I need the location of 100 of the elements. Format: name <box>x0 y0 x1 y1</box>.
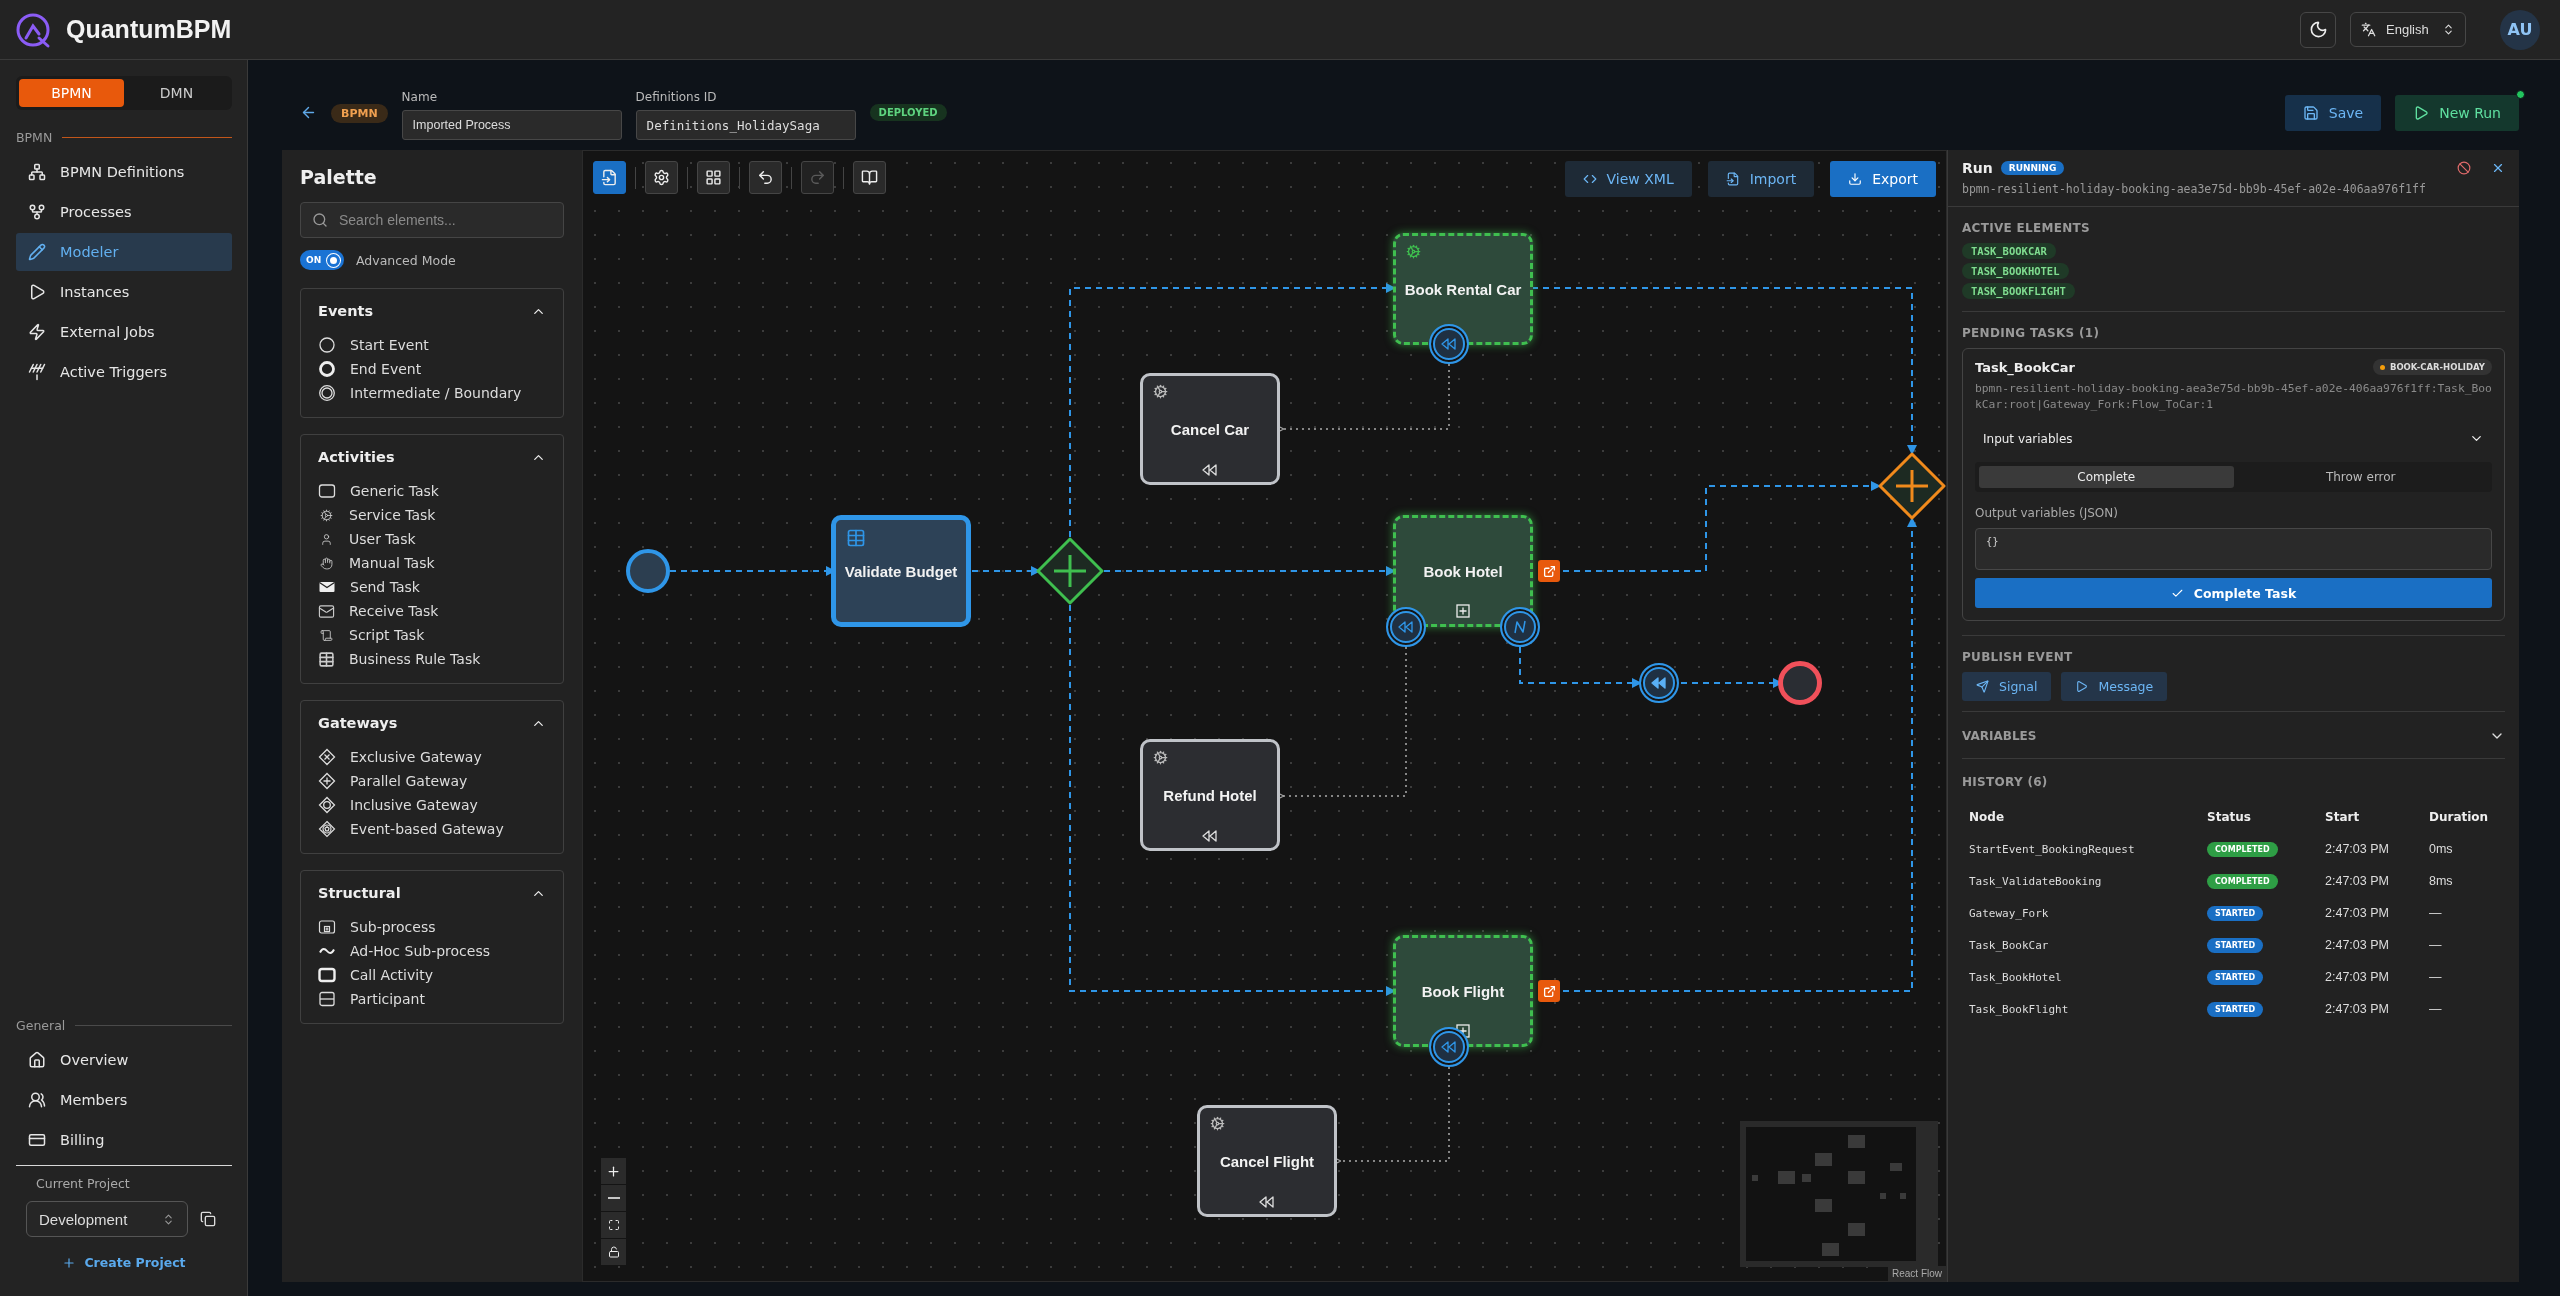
close-button[interactable] <box>2491 161 2505 175</box>
group-header[interactable]: Activities <box>318 449 546 465</box>
settings-button[interactable] <box>645 161 678 194</box>
external-link-badge[interactable] <box>1538 560 1560 582</box>
parallel-gateway[interactable] <box>1036 537 1104 605</box>
variables-toggle[interactable]: VARIABLES <box>1962 712 2505 759</box>
palette-item[interactable]: Manual Task <box>318 553 546 573</box>
palette-item[interactable]: Service Task <box>318 505 546 525</box>
import-file-button[interactable] <box>593 161 626 194</box>
copy-icon[interactable] <box>200 1211 216 1227</box>
task-label: Refund Hotel <box>1163 786 1257 804</box>
message-button[interactable]: Message <box>2061 672 2168 701</box>
task-node[interactable]: Validate Budget <box>831 515 971 627</box>
definitions-id-field[interactable]: Definitions_HolidaySaga <box>635 110 856 140</box>
group-header[interactable]: Gateways <box>318 715 546 731</box>
external-link-badge[interactable] <box>1538 980 1560 1002</box>
palette-item[interactable]: Script Task <box>318 625 546 645</box>
task-node[interactable]: Book Rental Car <box>1393 233 1533 345</box>
gear-icon <box>1210 1116 1225 1131</box>
boundary-event[interactable] <box>1429 1027 1469 1067</box>
input-variables-toggle[interactable]: Input variables <box>1975 413 2492 462</box>
complete-task-button[interactable]: Complete Task <box>1975 578 2492 608</box>
task-node[interactable]: Cancel Car <box>1140 373 1280 485</box>
palette-item[interactable]: Receive Task <box>318 601 546 621</box>
attribution-link[interactable]: React Flow <box>1888 1266 1946 1281</box>
plus-icon <box>606 1163 621 1179</box>
task-node[interactable]: Book Flight <box>1393 935 1533 1047</box>
signal-button[interactable]: Signal <box>1962 672 2052 701</box>
nav-item[interactable]: Overview <box>16 1041 232 1079</box>
nav-item[interactable]: BPMN Definitions <box>16 153 232 191</box>
mode-tab[interactable]: Complete <box>1979 466 2234 488</box>
section-title: PENDING TASKS (1) <box>1962 326 2101 340</box>
auto-layout-button[interactable] <box>697 161 730 194</box>
nav-item[interactable]: External Jobs <box>16 313 232 351</box>
task-node[interactable]: Cancel Flight <box>1197 1105 1337 1217</box>
palette-item[interactable]: Inclusive Gateway <box>318 795 546 815</box>
palette-item[interactable]: Participant <box>318 989 546 1009</box>
import-button[interactable]: Import <box>1707 161 1815 197</box>
nav-item[interactable]: Active Triggers <box>16 353 232 391</box>
person-icon <box>320 532 333 546</box>
section-label: General <box>16 1018 66 1033</box>
task-node[interactable]: Refund Hotel <box>1140 739 1280 851</box>
mode-tab[interactable]: BPMN <box>19 79 124 107</box>
palette-item[interactable]: Exclusive Gateway <box>318 747 546 767</box>
export-button[interactable]: Export <box>1830 161 1936 197</box>
nav-item[interactable]: Processes <box>16 193 232 231</box>
app-title: QuantumBPM <box>66 15 232 44</box>
mode-tab[interactable]: Throw error <box>2233 466 2488 488</box>
start-event[interactable] <box>626 549 670 593</box>
palette-item[interactable]: Business Rule Task <box>318 649 546 669</box>
nav-item[interactable]: Instances <box>16 273 232 311</box>
boundary-event[interactable] <box>1386 607 1426 647</box>
palette-item[interactable]: Generic Task <box>318 481 546 501</box>
intermediate-event[interactable] <box>1639 663 1679 703</box>
zoom-in-button[interactable] <box>601 1158 626 1184</box>
nav-item[interactable]: Billing <box>16 1121 232 1159</box>
group-header[interactable]: Events <box>318 303 546 319</box>
fit-view-button[interactable] <box>601 1212 626 1238</box>
mode-tab[interactable]: DMN <box>124 79 229 107</box>
new-run-button[interactable]: New Run <box>2395 95 2519 131</box>
field-label: Name <box>401 90 438 104</box>
undo-button[interactable] <box>749 161 782 194</box>
view-xml-button[interactable]: View XML <box>1564 161 1692 197</box>
palette-item[interactable]: Start Event <box>318 335 546 355</box>
palette-item[interactable]: Ad-Hoc Sub-process <box>318 941 546 961</box>
end-event[interactable] <box>1778 661 1822 705</box>
advanced-mode-switch[interactable]: ON <box>300 250 344 270</box>
task-node[interactable]: Book Hotel <box>1393 515 1533 627</box>
zoom-out-button[interactable] <box>601 1185 626 1211</box>
search-field[interactable]: Search elements... <box>300 202 564 238</box>
name-field[interactable]: Imported Process <box>401 110 622 140</box>
theme-toggle-button[interactable] <box>2300 11 2336 48</box>
save-button[interactable]: Save <box>2284 95 2382 131</box>
palette-item[interactable]: User Task <box>318 529 546 549</box>
project-select[interactable]: Development <box>26 1201 188 1237</box>
palette-item[interactable]: Call Activity <box>318 965 546 985</box>
palette-item[interactable]: End Event <box>318 359 546 379</box>
boundary-event[interactable] <box>1429 324 1469 364</box>
palette-item[interactable]: Event-based Gateway <box>318 819 546 839</box>
back-link[interactable] <box>300 104 317 121</box>
cancel-run-button[interactable] <box>2457 161 2471 175</box>
split-rectangle-icon <box>318 990 336 1008</box>
palette-item[interactable]: Intermediate / Boundary <box>318 383 546 403</box>
lock-button[interactable] <box>601 1239 626 1265</box>
nav-item[interactable]: Members <box>16 1081 232 1119</box>
task-label: Cancel Flight <box>1219 1152 1315 1170</box>
output-json-field[interactable]: {} <box>1975 528 2492 570</box>
boundary-event[interactable] <box>1500 607 1540 647</box>
docs-button[interactable] <box>853 161 886 194</box>
create-project-link[interactable]: Create Project <box>16 1255 232 1270</box>
user-avatar[interactable]: AU <box>2500 9 2540 50</box>
parallel-gateway[interactable] <box>1878 452 1946 520</box>
palette-item[interactable]: Sub-process <box>318 917 546 937</box>
group-header[interactable]: Structural <box>318 885 546 901</box>
palette-item[interactable]: Parallel Gateway <box>318 771 546 791</box>
language-select[interactable]: English <box>2350 12 2466 47</box>
palette-item[interactable]: Send Task <box>318 577 546 597</box>
task-label: Book Hotel <box>1423 562 1503 580</box>
nav-item[interactable]: Modeler <box>16 233 232 271</box>
table-cell-text: Task_BookFlight <box>1969 1001 2070 1018</box>
